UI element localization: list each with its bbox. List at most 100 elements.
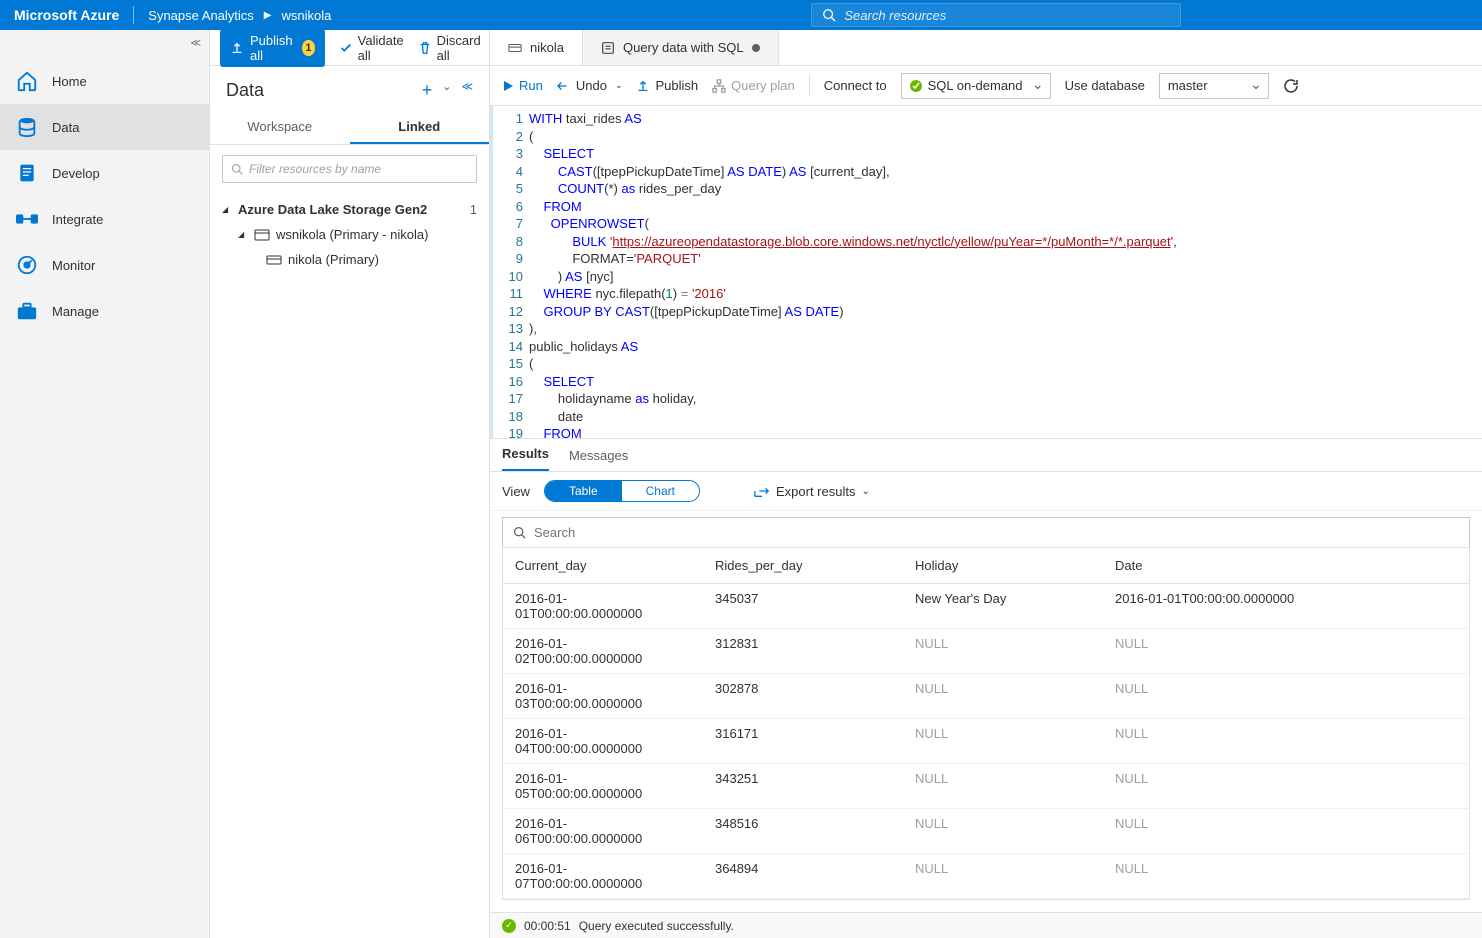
collapse-nav-button[interactable]: ≪ xyxy=(191,38,201,49)
nav-manage[interactable]: Manage xyxy=(0,288,209,334)
publish-button[interactable]: Publish xyxy=(636,78,698,93)
caret-down-icon: ◢ xyxy=(222,205,232,214)
file-tab-query[interactable]: Query data with SQL xyxy=(583,30,779,65)
home-icon xyxy=(16,70,38,92)
table-cell: 2016-01-06T00:00:00.0000000 xyxy=(503,809,703,853)
column-header[interactable]: Date xyxy=(1103,548,1469,583)
tab-results[interactable]: Results xyxy=(502,438,549,471)
nav-label: Develop xyxy=(52,166,100,181)
nav-monitor[interactable]: Monitor xyxy=(0,242,209,288)
result-search-box[interactable] xyxy=(502,517,1470,547)
query-plan-button: Query plan xyxy=(712,78,795,93)
expand-collapse-button[interactable]: ⌄ xyxy=(442,80,451,101)
data-panel: Publish all 1 Validate all Discard all D… xyxy=(210,30,490,938)
breadcrumb-service[interactable]: Synapse Analytics xyxy=(148,8,254,23)
tree-label: nikola (Primary) xyxy=(288,252,379,267)
global-search[interactable] xyxy=(811,3,1181,27)
table-cell: NULL xyxy=(903,764,1103,808)
nav-data[interactable]: Data xyxy=(0,104,209,150)
tab-workspace[interactable]: Workspace xyxy=(210,111,350,144)
database-icon xyxy=(16,116,38,138)
table-cell: 2016-01-04T00:00:00.0000000 xyxy=(503,719,703,763)
sql-icon xyxy=(601,41,615,55)
table-row[interactable]: 2016-01-04T00:00:00.0000000316171NULLNUL… xyxy=(503,719,1469,764)
publish-all-button[interactable]: Publish all 1 xyxy=(220,29,325,67)
run-button[interactable]: Run xyxy=(502,78,543,93)
panel-title: Data xyxy=(226,80,264,101)
unsaved-dot-icon xyxy=(752,44,760,52)
validate-all-button[interactable]: Validate all xyxy=(339,33,404,63)
tree-label: Azure Data Lake Storage Gen2 xyxy=(238,202,427,217)
tab-linked[interactable]: Linked xyxy=(350,111,490,144)
table-row[interactable]: 2016-01-05T00:00:00.0000000343251NULLNUL… xyxy=(503,764,1469,809)
table-cell: NULL xyxy=(1103,764,1469,808)
column-header[interactable]: Rides_per_day xyxy=(703,548,903,583)
nav-develop[interactable]: Develop xyxy=(0,150,209,196)
result-table: Current_dayRides_per_dayHolidayDate 2016… xyxy=(502,547,1470,900)
storage-icon xyxy=(254,229,270,241)
trash-icon xyxy=(418,41,432,55)
table-row[interactable]: 2016-01-06T00:00:00.0000000348516NULLNUL… xyxy=(503,809,1469,854)
table-row[interactable]: 2016-01-07T00:00:00.0000000364894NULLNUL… xyxy=(503,854,1469,899)
table-row[interactable]: 2016-01-03T00:00:00.0000000302878NULLNUL… xyxy=(503,674,1469,719)
tree-root[interactable]: ◢ Azure Data Lake Storage Gen2 1 xyxy=(222,197,477,222)
tree-label: wsnikola (Primary - nikola) xyxy=(276,227,428,242)
view-row: View Table Chart Export results ⌄ xyxy=(490,472,1482,511)
nav-integrate[interactable]: Integrate xyxy=(0,196,209,242)
table-header: Current_dayRides_per_dayHolidayDate xyxy=(503,548,1469,584)
status-bar: ✓ 00:00:51 Query executed successfully. xyxy=(490,912,1482,938)
refresh-button[interactable] xyxy=(1283,78,1299,94)
connect-to-label: Connect to xyxy=(824,78,887,93)
column-header[interactable]: Current_day xyxy=(503,548,703,583)
tree-workspace[interactable]: ◢ wsnikola (Primary - nikola) xyxy=(222,222,477,247)
search-icon xyxy=(231,163,243,175)
status-message: Query executed successfully. xyxy=(579,919,734,933)
export-icon xyxy=(754,484,770,498)
upload-icon xyxy=(636,79,650,93)
view-label: View xyxy=(502,484,530,499)
container-icon xyxy=(266,255,282,265)
container-icon xyxy=(508,43,522,53)
table-cell: 302878 xyxy=(703,674,903,718)
status-ok-icon xyxy=(910,80,922,92)
result-search-input[interactable] xyxy=(534,525,1459,540)
table-cell: NULL xyxy=(903,719,1103,763)
play-icon xyxy=(502,80,514,92)
table-cell: New Year's Day xyxy=(903,584,1103,628)
breadcrumb-workspace[interactable]: wsnikola xyxy=(282,8,332,23)
tab-messages[interactable]: Messages xyxy=(569,440,628,471)
code-area[interactable]: WITH taxi_rides AS( SELECT CAST([tpepPic… xyxy=(529,106,1482,438)
chevron-down-icon: ⌄ xyxy=(615,80,623,91)
table-row[interactable]: 2016-01-02T00:00:00.0000000312831NULLNUL… xyxy=(503,629,1469,674)
top-header: Microsoft Azure Synapse Analytics ▶ wsni… xyxy=(0,0,1482,30)
sql-editor[interactable]: 12345678910111213141516171819 WITH taxi_… xyxy=(490,106,1482,438)
add-button[interactable]: + xyxy=(422,80,433,101)
nav-home[interactable]: Home xyxy=(0,58,209,104)
undo-icon xyxy=(557,80,571,92)
status-time: 00:00:51 xyxy=(524,919,571,933)
refresh-button[interactable]: ≪ xyxy=(461,80,473,101)
brand-label[interactable]: Microsoft Azure xyxy=(14,7,119,23)
column-header[interactable]: Holiday xyxy=(903,548,1103,583)
global-search-input[interactable] xyxy=(844,8,1170,23)
discard-all-button[interactable]: Discard all xyxy=(418,33,481,63)
chevron-down-icon: ⌄ xyxy=(861,486,869,497)
table-cell: 2016-01-02T00:00:00.0000000 xyxy=(503,629,703,673)
connect-to-select[interactable]: SQL on-demand xyxy=(901,73,1051,99)
table-cell: NULL xyxy=(903,809,1103,853)
undo-button[interactable]: Undo ⌄ xyxy=(557,78,623,93)
action-bar: Publish all 1 Validate all Discard all xyxy=(210,30,489,66)
database-select[interactable]: master xyxy=(1159,73,1269,99)
view-chart-button[interactable]: Chart xyxy=(622,481,699,501)
tree-count: 1 xyxy=(470,202,477,217)
view-table-button[interactable]: Table xyxy=(545,481,622,501)
filter-box[interactable] xyxy=(222,155,477,183)
nav-label: Monitor xyxy=(52,258,95,273)
view-toggle: Table Chart xyxy=(544,480,700,502)
nav-label: Manage xyxy=(52,304,99,319)
export-results-button[interactable]: Export results ⌄ xyxy=(754,484,870,499)
tree-container[interactable]: nikola (Primary) xyxy=(222,247,477,272)
filter-input[interactable] xyxy=(249,162,468,176)
file-tab-nikola[interactable]: nikola xyxy=(490,30,583,65)
table-row[interactable]: 2016-01-01T00:00:00.0000000345037New Yea… xyxy=(503,584,1469,629)
